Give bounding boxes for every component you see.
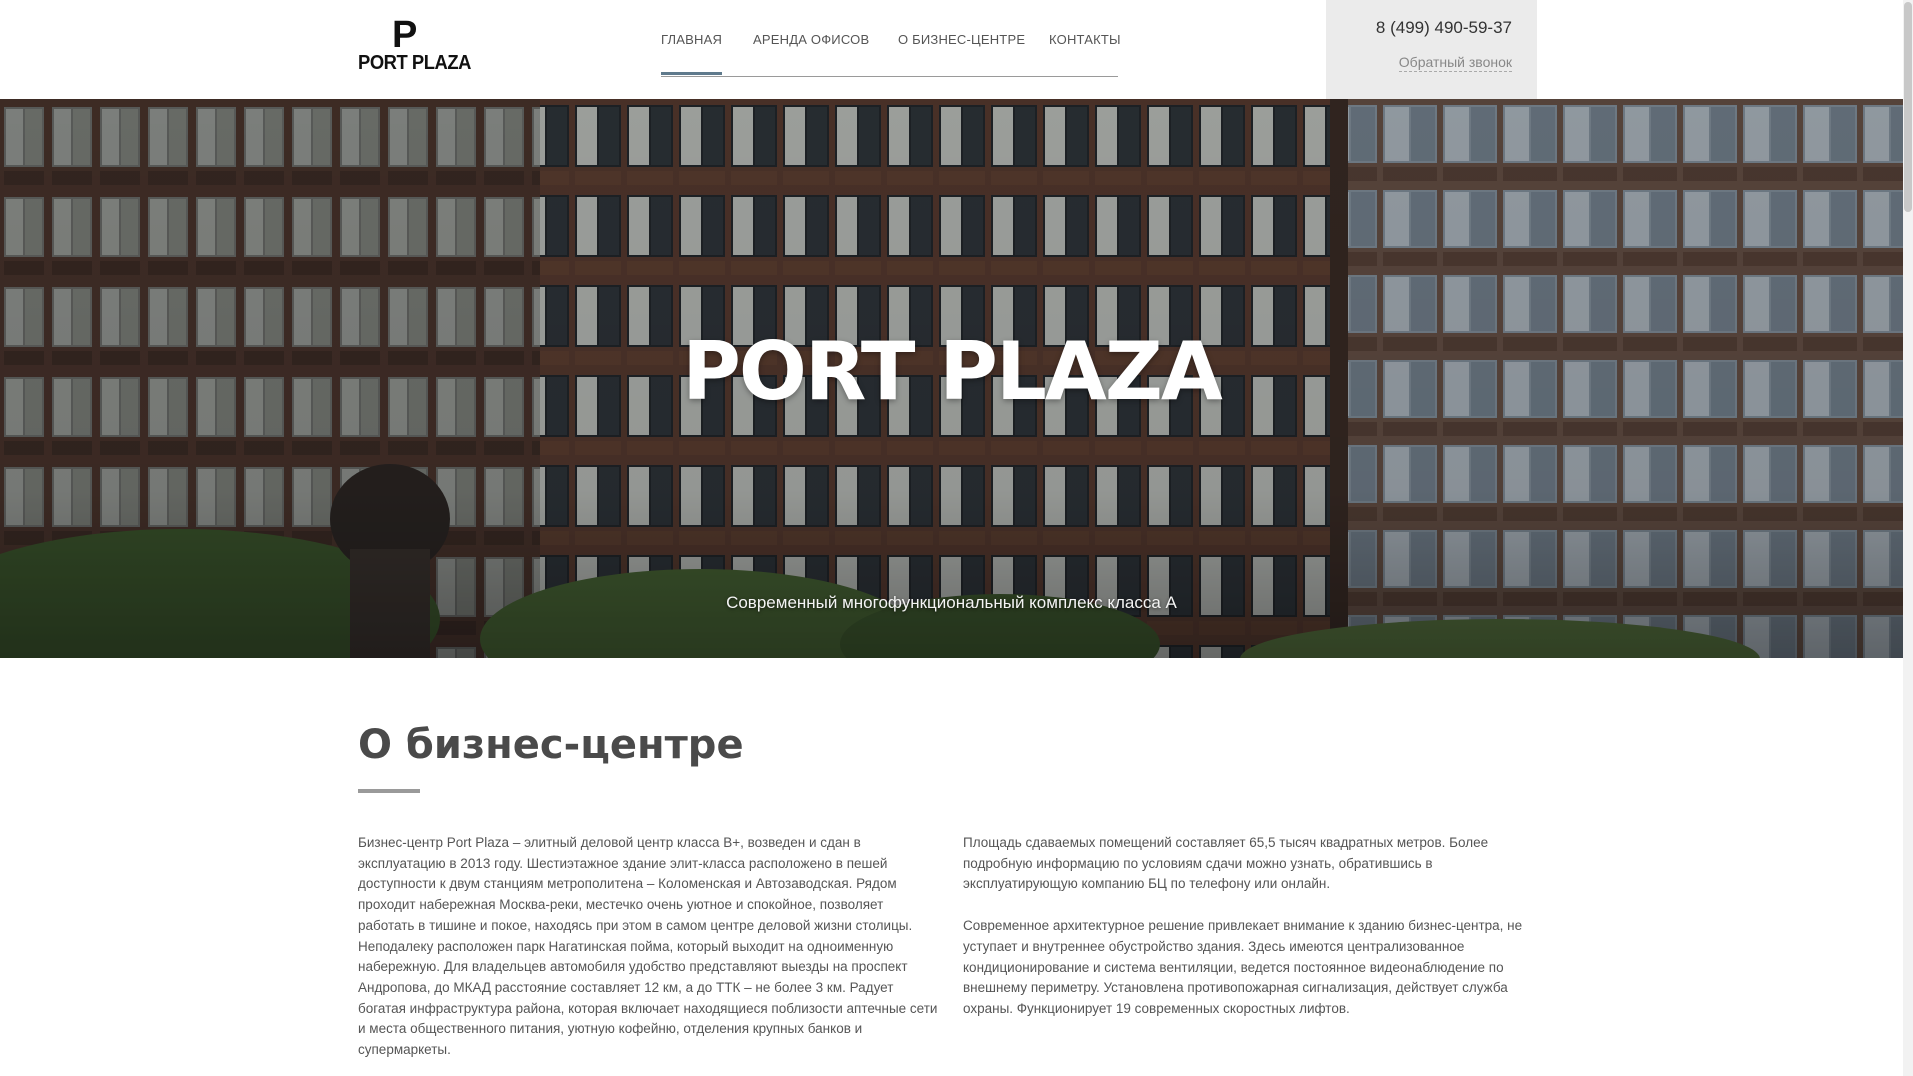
about-column-left: Бизнес-центр Port Plaza – элитный делово… xyxy=(358,833,938,1076)
main-nav: ГЛАВНАЯ АРЕНДА ОФИСОВ О БИЗНЕС-ЦЕНТРЕ КО… xyxy=(661,24,1121,77)
logo[interactable]: P PORT PLAZA xyxy=(358,12,471,76)
nav-item-office-rent[interactable]: АРЕНДА ОФИСОВ xyxy=(753,32,869,47)
about-paragraph: Современное архитектурное решение привле… xyxy=(963,918,1523,1016)
page: P PORT PLAZA ГЛАВНАЯ АРЕНДА ОФИСОВ О БИЗ… xyxy=(0,0,1913,1076)
about-paragraph: Бизнес-центр Port Plaza – элитный делово… xyxy=(358,835,938,1058)
contact-box: 8 (499) 490-59-37 Обратный звонок xyxy=(1326,0,1537,99)
phone-number[interactable]: 8 (499) 490-59-37 xyxy=(1376,18,1512,38)
scrollbar-thumb[interactable] xyxy=(1904,2,1912,212)
hero-subtitle: Современный многофункциональный комплекс… xyxy=(726,593,1177,612)
nav-item-home[interactable]: ГЛАВНАЯ xyxy=(661,32,723,75)
about-title-underline xyxy=(358,789,420,793)
hero-title: PORT PLAZA xyxy=(682,325,1223,418)
site-header: P PORT PLAZA ГЛАВНАЯ АРЕНДА ОФИСОВ О БИЗ… xyxy=(0,0,1903,99)
hero-banner: PORT PLAZA Современный многофункциональн… xyxy=(0,99,1903,658)
about-paragraph: Площадь сдаваемых помещений составляет 6… xyxy=(963,835,1489,892)
about-column-right: Площадь сдаваемых помещений составляет 6… xyxy=(963,833,1543,1041)
nav-item-about[interactable]: О БИЗНЕС-ЦЕНТРЕ xyxy=(898,32,1025,47)
about-title: О бизнес-центре xyxy=(358,722,744,768)
callback-link[interactable]: Обратный звонок xyxy=(1398,54,1512,72)
logo-text: PORT PLAZA xyxy=(358,52,471,74)
page-scrollbar[interactable] xyxy=(1903,0,1913,1076)
logo-mark: P xyxy=(392,14,418,56)
nav-item-contacts[interactable]: КОНТАКТЫ xyxy=(1049,32,1121,47)
